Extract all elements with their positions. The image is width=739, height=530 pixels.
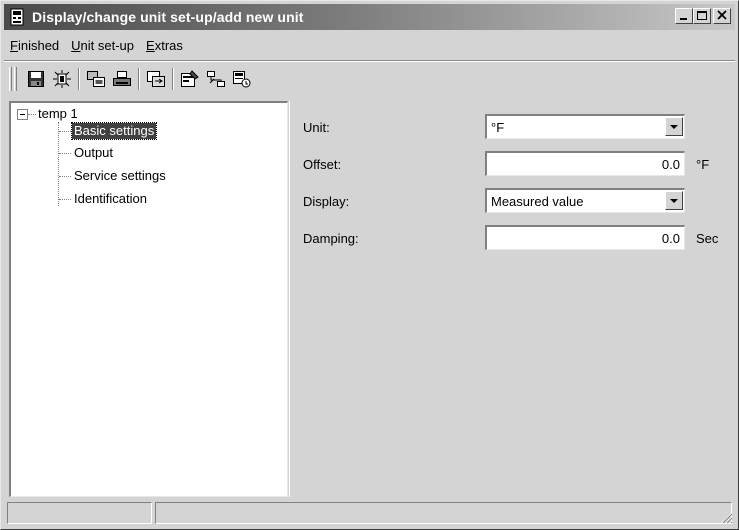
tree-item-output[interactable]: Output: [72, 145, 115, 161]
compare-button[interactable]: [143, 67, 169, 91]
tree-item-basic-settings[interactable]: Basic settings: [70, 122, 158, 140]
panel-splitter[interactable]: [289, 101, 291, 497]
transfer-icon: [87, 71, 105, 87]
toolbar-divider: [4, 60, 735, 62]
offset-unit: °F: [696, 157, 710, 172]
tree-connector: [59, 131, 71, 132]
maximize-button[interactable]: [693, 8, 711, 24]
save-icon: [28, 71, 44, 87]
menu-extras[interactable]: Extras: [145, 37, 184, 57]
display-select[interactable]: Measured value: [485, 188, 685, 213]
network-button[interactable]: [203, 67, 229, 91]
damping-unit: Sec: [696, 231, 719, 246]
window-title: Display/change unit set-up/add new unit: [32, 9, 304, 25]
tree-item-identification[interactable]: Identification: [72, 191, 149, 207]
compare-icon: [147, 71, 165, 87]
chevron-down-icon[interactable]: [665, 191, 683, 210]
offset-input[interactable]: 0.0: [485, 151, 685, 176]
device-info-icon: [233, 71, 251, 88]
tree-connector: [59, 176, 71, 177]
properties-icon: [181, 70, 199, 87]
collapse-icon[interactable]: [17, 109, 28, 120]
status-pane-main: [155, 502, 732, 524]
tree-connector: [58, 122, 59, 206]
network-icon: [207, 71, 225, 87]
toolbar-grip[interactable]: [9, 67, 12, 91]
navigation-tree: temp 1 Basic settings Output Service set…: [11, 103, 287, 496]
menu-unit-setup[interactable]: Unit set-up: [70, 37, 135, 57]
properties-button[interactable]: [177, 67, 203, 91]
damping-value: 0.0: [661, 231, 680, 246]
resize-grip-icon[interactable]: [719, 510, 733, 524]
close-button[interactable]: [713, 8, 731, 24]
display-select-value: Measured value: [491, 194, 584, 209]
minimize-icon: [680, 18, 687, 20]
tree-connector: [59, 153, 71, 154]
settings-panel: Unit: °F Offset: 0.0 °F Display: Measure…: [292, 101, 735, 497]
offset-value: 0.0: [661, 157, 680, 172]
save-button[interactable]: [23, 67, 49, 91]
damping-input[interactable]: 0.0: [485, 225, 685, 250]
print-icon: [113, 71, 131, 86]
unit-select[interactable]: °F: [485, 114, 685, 139]
tree-panel[interactable]: temp 1 Basic settings Output Service set…: [9, 101, 288, 497]
toolbar-separator: [172, 68, 174, 90]
sensor-button[interactable]: [49, 67, 75, 91]
status-bar: [4, 502, 735, 526]
unit-label: Unit:: [303, 120, 330, 135]
title-bar[interactable]: Display/change unit set-up/add new unit: [4, 4, 735, 30]
status-pane-left: [7, 502, 152, 524]
minimize-button[interactable]: [675, 8, 693, 24]
toolbar: [9, 64, 255, 94]
print-button[interactable]: [109, 67, 135, 91]
sensor-icon: [53, 70, 71, 88]
tree-connector: [28, 114, 36, 115]
tree-item-service-settings[interactable]: Service settings: [72, 168, 168, 184]
tree-item-root[interactable]: temp 1: [38, 106, 78, 121]
close-icon: [717, 10, 727, 20]
damping-label: Damping:: [303, 231, 359, 246]
menu-finished[interactable]: Finished: [9, 37, 60, 57]
toolbar-separator: [78, 68, 80, 90]
chevron-down-icon[interactable]: [665, 117, 683, 136]
offset-label: Offset:: [303, 157, 342, 172]
tree-connector: [59, 199, 71, 200]
toolbar-separator: [138, 68, 140, 90]
device-info-button[interactable]: [229, 67, 255, 91]
app-icon: [8, 8, 26, 26]
display-label: Display:: [303, 194, 350, 209]
main-window: Display/change unit set-up/add new unit …: [0, 0, 739, 530]
menu-bar: Finished Unit set-up Extras: [9, 37, 184, 57]
toolbar-grip[interactable]: [14, 67, 17, 91]
transfer-button[interactable]: [83, 67, 109, 91]
unit-select-value: °F: [491, 120, 505, 135]
maximize-icon: [697, 11, 707, 20]
